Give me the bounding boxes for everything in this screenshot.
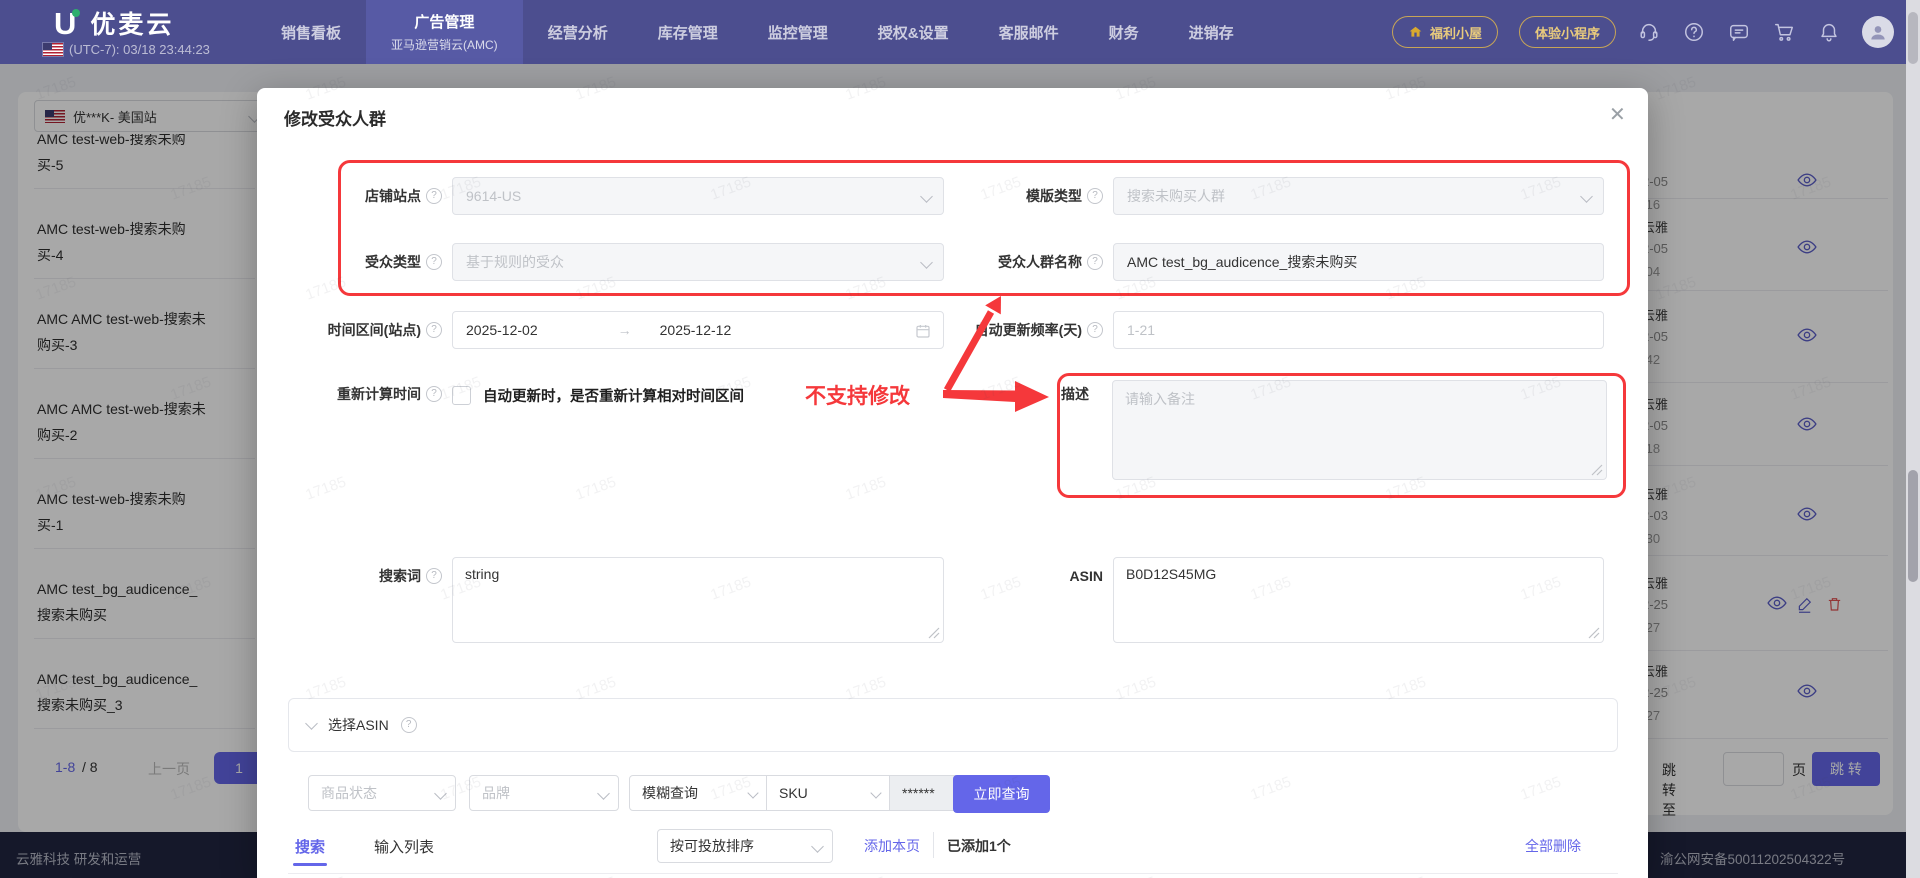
main-menu: 销售看板 广告管理亚马逊营销云(AMC) 经营分析 库存管理 监控管理 授权&设置 客服邮件… — [256, 0, 1259, 64]
menu-item-9[interactable]: 进销存 — [1164, 0, 1259, 64]
menu-item-label: 进销存 — [1188, 24, 1234, 42]
help-icon[interactable] — [1682, 20, 1706, 44]
help-circle-icon: ? — [1087, 322, 1103, 338]
template-type-label: 模版类型? — [857, 186, 1103, 206]
brand-logo[interactable]: U 优麦云 — [54, 7, 174, 43]
menu-item-label: 销售看板 — [281, 24, 342, 42]
scrollbar-thumb[interactable] — [1908, 470, 1918, 582]
menu-item-3[interactable]: 经营分析 — [523, 0, 633, 64]
description-label: 描述 — [1061, 386, 1089, 402]
range-arrow: → — [617, 322, 632, 338]
search-now-button[interactable]: 立即查询 — [953, 775, 1050, 813]
menu-item-6[interactable]: 授权&设置 — [853, 0, 974, 64]
us-flag-icon — [43, 43, 63, 56]
template-type-select[interactable]: 搜索未购买人群 — [1113, 177, 1604, 215]
sort-select[interactable]: 按可投放排序 — [657, 829, 833, 863]
help-circle-icon: ? — [1087, 188, 1103, 204]
recalc-time-label: 重新计算时间? — [257, 384, 442, 404]
brand-logo-icon: U — [54, 6, 81, 41]
audience-name-input[interactable]: AMC test_bg_audicence_搜索未购买 — [1113, 243, 1604, 281]
select-asin-title: 选择ASIN — [328, 717, 389, 733]
audience-type-label: 受众类型? — [257, 252, 442, 272]
menu-item-8[interactable]: 财务 — [1084, 0, 1164, 64]
help-circle-icon: ? — [426, 386, 442, 402]
recalc-checkbox[interactable] — [452, 386, 471, 405]
menu-item-label: 监控管理 — [767, 24, 828, 42]
store-site-label: 店铺站点? — [257, 186, 442, 206]
help-circle-icon: ? — [426, 254, 442, 270]
menu-item-label: 授权&设置 — [877, 24, 949, 42]
help-circle-icon: ? — [426, 188, 442, 204]
chevron-collapse-icon — [305, 716, 318, 730]
welfare-house-label: 福利小屋 — [1429, 25, 1482, 41]
menu-item-2[interactable]: 广告管理亚马逊营销云(AMC) — [366, 0, 523, 64]
asin-label: ASIN — [1069, 568, 1103, 584]
close-icon[interactable]: ✕ — [1609, 102, 1626, 127]
scrollbar-track[interactable] — [1906, 0, 1920, 878]
brand-select[interactable]: 品牌 — [469, 775, 619, 811]
refresh-rate-input[interactable]: 1-21 — [1113, 311, 1604, 349]
added-count: 已添加1个 — [947, 838, 1011, 854]
remove-all-link[interactable]: 全部删除 — [1525, 836, 1581, 856]
asin-textarea[interactable]: B0D12S45MG — [1113, 557, 1604, 643]
table-top-border — [288, 873, 1618, 874]
notification-bell-icon[interactable] — [1817, 20, 1841, 44]
brand-name: 优麦云 — [90, 11, 175, 39]
refresh-rate-label: 自动更新频率(天)? — [857, 320, 1103, 340]
user-avatar[interactable] — [1862, 16, 1894, 48]
product-status-select[interactable]: 商品状态 — [308, 775, 456, 811]
help-circle-icon: ? — [426, 322, 442, 338]
recalc-checkbox-label: 自动更新时，是否重新计算相对时间区间 — [483, 389, 744, 405]
divider — [933, 832, 934, 858]
add-page-link[interactable]: 添加本页 — [864, 836, 920, 856]
edit-audience-modal: 修改受众人群 ✕ 店铺站点? 9614-US 模版类型? 搜索未购买人群 受众类… — [257, 88, 1648, 878]
top-navigation-bar: U 优麦云 (UTC-7): 03/18 23:44:23 销售看板 广告管理亚马… — [0, 0, 1920, 64]
scrollbar-thumb-top[interactable] — [1908, 12, 1918, 64]
customer-service-icon[interactable] — [1637, 20, 1661, 44]
annotation-note: 不支持修改 — [805, 385, 910, 408]
timezone-clock: (UTC-7): 03/18 23:44:23 — [43, 42, 210, 57]
menu-item-label: 客服邮件 — [998, 24, 1059, 42]
search-term-label: 搜索词? — [257, 566, 442, 586]
menu-item-1[interactable]: 销售看板 — [256, 0, 366, 64]
modal-title: 修改受众人群 — [284, 110, 386, 129]
tab-input-list[interactable]: 输入列表 — [374, 836, 434, 857]
help-circle-icon: ? — [426, 568, 442, 584]
chevron-down-icon — [870, 787, 882, 799]
menu-item-label: 广告管理 — [414, 14, 475, 31]
menu-item-label: 经营分析 — [547, 24, 608, 42]
mini-program-button[interactable]: 体验小程序 — [1518, 16, 1616, 48]
menu-item-4[interactable]: 库存管理 — [633, 0, 743, 64]
timezone-text: (UTC-7): 03/18 23:44:23 — [69, 42, 210, 57]
chevron-down-icon — [747, 787, 759, 799]
menu-item-7[interactable]: 客服邮件 — [974, 0, 1084, 64]
date-range-label: 时间区间(站点)? — [257, 320, 442, 340]
mini-program-label: 体验小程序 — [1534, 25, 1600, 41]
help-circle-icon: ? — [1087, 254, 1103, 270]
chevron-down-icon — [1580, 189, 1593, 203]
welfare-house-button[interactable]: 福利小屋 — [1391, 16, 1498, 48]
topbar-right-cluster: 福利小屋 体验小程序 — [1391, 0, 1894, 64]
audience-name-label: 受众人群名称? — [857, 252, 1103, 272]
menu-item-5[interactable]: 监控管理 — [743, 0, 853, 64]
message-icon[interactable] — [1727, 20, 1751, 44]
description-textarea[interactable] — [1112, 380, 1607, 480]
menu-item-label: 财务 — [1108, 24, 1139, 42]
house-icon — [1409, 26, 1422, 37]
active-tab-underline — [293, 863, 327, 866]
select-asin-panel-header[interactable]: 选择ASIN ? — [288, 698, 1618, 752]
match-mode-select[interactable]: 模糊查询 — [630, 776, 767, 810]
sku-field-select[interactable]: SKU — [767, 776, 890, 810]
help-circle-icon: ? — [400, 717, 417, 733]
menu-item-label: 库存管理 — [657, 24, 718, 42]
menu-item-sublabel: 亚马逊营销云(AMC) — [391, 38, 498, 52]
cart-icon[interactable] — [1772, 20, 1796, 44]
tab-search[interactable]: 搜索 — [295, 836, 325, 857]
search-term-textarea[interactable]: string — [452, 557, 944, 643]
app-viewport: U 优麦云 (UTC-7): 03/18 23:44:23 销售看板 广告管理亚马… — [0, 0, 1920, 878]
